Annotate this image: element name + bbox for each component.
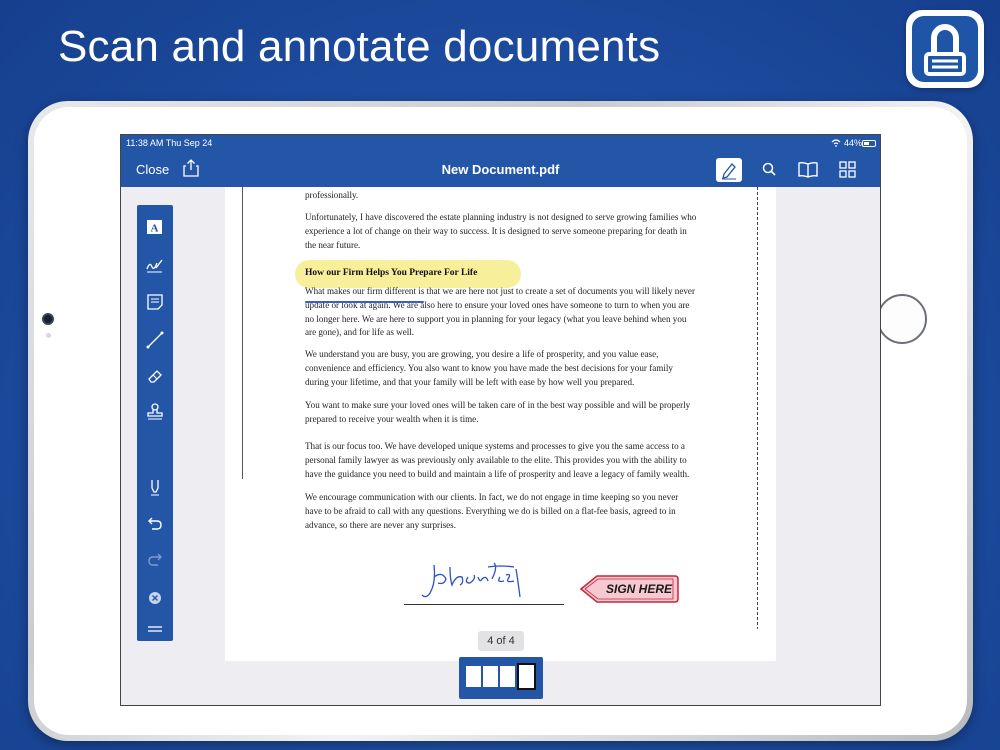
page-edge [242, 187, 243, 479]
camera [42, 313, 54, 325]
section-heading: How our Firm Helps You Prepare For Life [305, 268, 478, 278]
page-thumbnail[interactable] [500, 666, 515, 687]
sign-here-label: SIGN HERE [606, 582, 673, 596]
page-thumbnail[interactable] [466, 666, 481, 687]
top-toolbar: 11:38 AM Thu Sep 24 44% Close New Docume… [121, 135, 880, 187]
menu-icon[interactable] [144, 618, 166, 640]
search-icon[interactable] [759, 159, 781, 181]
stamp-tool-icon[interactable] [144, 401, 166, 423]
home-button[interactable] [877, 294, 927, 344]
svg-text:A: A [151, 223, 159, 235]
signature-line [404, 604, 564, 605]
text-tool-icon[interactable]: A [144, 217, 166, 239]
book-icon[interactable] [797, 159, 819, 181]
paragraph: You want to make sure your loved ones wi… [305, 400, 691, 424]
clear-icon[interactable] [144, 587, 166, 609]
highlighter-icon[interactable] [144, 477, 166, 499]
battery-icon [862, 140, 876, 147]
underline-annotation[interactable] [305, 301, 424, 303]
status-time: 11:38 AM Thu Sep 24 [126, 138, 213, 148]
annotation-toolbar: A [137, 205, 173, 641]
page-thumbnails [459, 657, 543, 699]
light-sensor [46, 333, 51, 338]
paragraph: We understand you are busy, you are grow… [305, 349, 673, 387]
signature-annotation[interactable] [420, 559, 530, 605]
wifi-icon [832, 139, 841, 147]
document-page[interactable]: professionally. Unfortunately, I have di… [225, 187, 776, 661]
paragraph: professionally. [305, 190, 359, 200]
page-thumbnail-active[interactable] [517, 663, 536, 690]
page-edge [757, 187, 758, 629]
line-tool-icon[interactable] [144, 329, 166, 351]
signature-tool-icon[interactable] [144, 255, 166, 277]
app-logo [906, 10, 984, 88]
grid-icon[interactable] [837, 159, 859, 181]
eraser-tool-icon[interactable] [144, 365, 166, 387]
page-indicator: 4 of 4 [478, 631, 524, 651]
paragraph: That is our focus too. We have developed… [305, 441, 690, 479]
page-thumbnail[interactable] [483, 666, 498, 687]
note-tool-icon[interactable] [144, 291, 166, 313]
battery-text: 44% [843, 138, 862, 148]
undo-icon[interactable] [144, 513, 166, 535]
paragraph: Unfortunately, I have discovered the est… [305, 212, 697, 250]
paragraph: What makes our firm different is that we… [305, 286, 695, 338]
paragraph: We encourage communication with our clie… [305, 492, 679, 530]
pen-icon[interactable] [716, 158, 742, 182]
redo-icon[interactable] [144, 549, 166, 571]
battery-level: 44% [831, 138, 862, 148]
headline: Scan and annotate documents [58, 22, 661, 71]
app-screen: 11:38 AM Thu Sep 24 44% Close New Docume… [120, 134, 881, 706]
